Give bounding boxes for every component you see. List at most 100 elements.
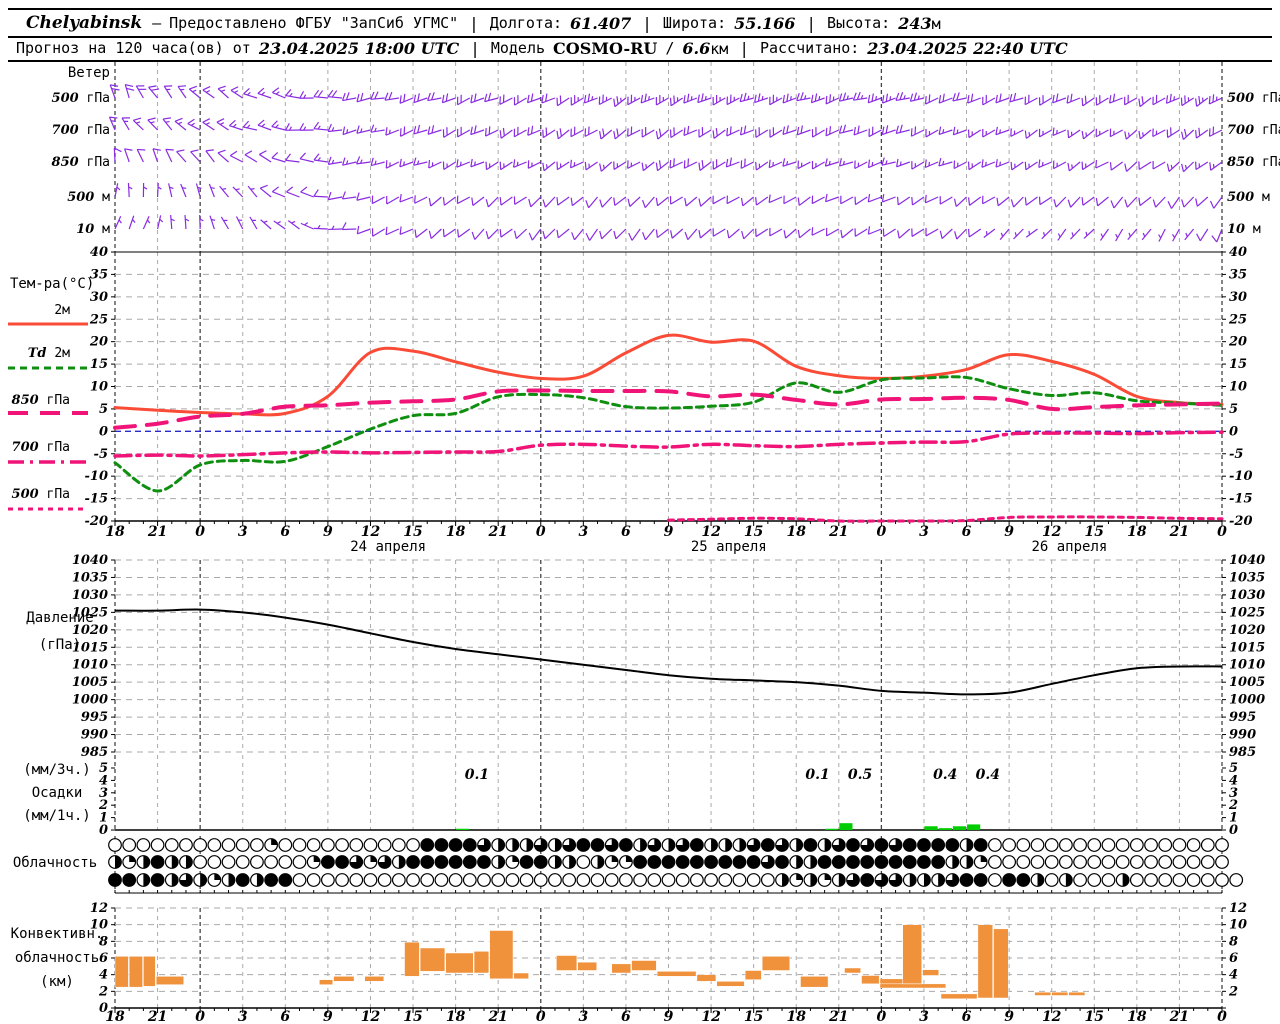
hour-label: 0 bbox=[536, 1009, 546, 1024]
hour-label: 15 bbox=[403, 524, 422, 540]
precip-bar bbox=[952, 826, 967, 830]
ytick-label-left: 30 bbox=[90, 290, 108, 305]
legend-label-td2m: Td 2м bbox=[28, 346, 70, 361]
cloud-symbol bbox=[136, 838, 151, 852]
cloud-panel-label: Облачность bbox=[13, 855, 97, 871]
wind-level-label-left: 10 м bbox=[76, 222, 110, 237]
temperature-panel-label: Тем-ра(°C) bbox=[10, 276, 94, 292]
cloud-symbol bbox=[491, 873, 506, 887]
wind-level-label-left: 500 гПа bbox=[52, 91, 110, 106]
hour-label: 15 bbox=[744, 524, 763, 540]
cloud-symbol bbox=[434, 855, 449, 869]
hour-label: 18 bbox=[446, 524, 466, 540]
cloud-symbol bbox=[860, 855, 875, 869]
convective-bar bbox=[716, 981, 745, 987]
hour-label: 3 bbox=[238, 524, 248, 540]
precip-bar bbox=[967, 824, 981, 830]
cloud-symbol bbox=[931, 838, 946, 852]
cloud-symbol-fill bbox=[597, 855, 604, 869]
ytick-label-right: 1005 bbox=[1229, 675, 1265, 690]
hour-label: 12 bbox=[701, 1009, 721, 1024]
cloud-symbol-fill bbox=[554, 838, 562, 852]
convective-bar bbox=[993, 928, 1009, 999]
cloud-symbol bbox=[1002, 873, 1017, 887]
cloud-symbol bbox=[902, 838, 917, 852]
convective-bar bbox=[319, 979, 334, 985]
cloud-symbol bbox=[448, 838, 463, 852]
cloud-symbol bbox=[292, 855, 307, 869]
cloud-symbol bbox=[1229, 873, 1244, 887]
convective-bar bbox=[489, 930, 514, 980]
cloud-symbol-fill bbox=[611, 855, 619, 862]
wind-level-label-left: 500 м bbox=[67, 190, 110, 205]
ytick-label-right: 1035 bbox=[1229, 570, 1265, 585]
cloud-symbol bbox=[704, 855, 718, 869]
ytick-label-left: 1035 bbox=[72, 570, 108, 585]
cloud-symbol-fill bbox=[810, 855, 817, 869]
cloud-symbol bbox=[264, 873, 279, 887]
cloud-symbol bbox=[1200, 855, 1215, 869]
cloud-symbol bbox=[675, 855, 690, 869]
wind-level-label-left: 700 гПа bbox=[52, 123, 110, 138]
cloud-symbol bbox=[1101, 855, 1116, 869]
legend-label-t500: 500 гПа bbox=[12, 487, 70, 502]
precip-panel-label: Осадки bbox=[32, 785, 83, 801]
ytick-label-right: 20 bbox=[1228, 335, 1247, 350]
convective-bar bbox=[977, 924, 993, 999]
cloud-symbol-fill bbox=[966, 855, 973, 869]
ytick-label-left: 0 bbox=[99, 424, 108, 439]
cloud-symbol bbox=[1186, 838, 1201, 852]
hour-label: 15 bbox=[403, 1009, 422, 1024]
cloud-symbol bbox=[1215, 838, 1229, 852]
ytick-label-right: 1030 bbox=[1229, 588, 1265, 603]
cloud-symbol-fill bbox=[810, 873, 817, 887]
convective-bar bbox=[143, 956, 156, 987]
ytick-label-left: 990 bbox=[81, 728, 108, 743]
hour-label: 21 bbox=[487, 524, 507, 540]
hour-label: 15 bbox=[744, 1009, 763, 1024]
pressure-panel-label: Давление bbox=[26, 610, 93, 626]
cloud-symbol bbox=[335, 873, 349, 887]
cloud-symbol-fill bbox=[498, 838, 505, 852]
cloud-symbol-fill bbox=[370, 855, 377, 862]
cloud-symbol-fill bbox=[1037, 873, 1044, 887]
cloud-symbol-fill bbox=[185, 855, 193, 869]
cloud-symbol bbox=[150, 873, 165, 887]
hour-label: 3 bbox=[919, 524, 929, 540]
cloud-symbol bbox=[221, 838, 236, 852]
cloud-symbol bbox=[1030, 838, 1045, 852]
cloud-symbol bbox=[320, 855, 335, 869]
wind-level-label-left: 850 гПа bbox=[52, 155, 110, 170]
cloud-symbol bbox=[122, 838, 137, 852]
cloud-symbol bbox=[831, 855, 846, 869]
hour-label: 0 bbox=[1217, 1009, 1227, 1024]
cloud-symbol bbox=[874, 855, 889, 869]
cloud-symbol-fill bbox=[313, 855, 320, 862]
cloud-symbol bbox=[973, 838, 988, 852]
cloud-symbol-fill bbox=[271, 838, 278, 845]
cloud-symbol bbox=[846, 855, 860, 869]
precip-bars: 0.1 0.1 0.5 0.4 0.4 bbox=[456, 767, 1000, 830]
cloud-symbol bbox=[917, 855, 931, 869]
wind-panel-label: Ветер bbox=[68, 65, 110, 81]
convective-bars bbox=[114, 924, 1086, 1000]
cloud-symbol bbox=[306, 838, 321, 852]
convective-bar bbox=[114, 956, 129, 988]
cloud-symbol bbox=[1002, 855, 1017, 869]
hour-label: 6 bbox=[962, 524, 972, 540]
ytick-label-left: 4 bbox=[99, 968, 108, 983]
hour-label: 6 bbox=[962, 1009, 972, 1024]
hour-label: 0 bbox=[195, 1009, 205, 1024]
cloud-symbol bbox=[888, 855, 903, 869]
ytick-label-left: 1000 bbox=[72, 693, 108, 708]
cloud-symbol bbox=[420, 838, 435, 852]
hour-label: 15 bbox=[1085, 1009, 1104, 1024]
hour-label: 9 bbox=[1004, 524, 1014, 540]
hour-label: 9 bbox=[1004, 1009, 1014, 1024]
cloud-symbol bbox=[718, 855, 733, 869]
cloud-symbol bbox=[661, 855, 676, 869]
hour-label: 18 bbox=[105, 524, 125, 540]
cloud-symbol bbox=[477, 855, 491, 869]
cloud-symbol bbox=[732, 873, 747, 887]
ytick-label-left: 985 bbox=[81, 745, 108, 760]
